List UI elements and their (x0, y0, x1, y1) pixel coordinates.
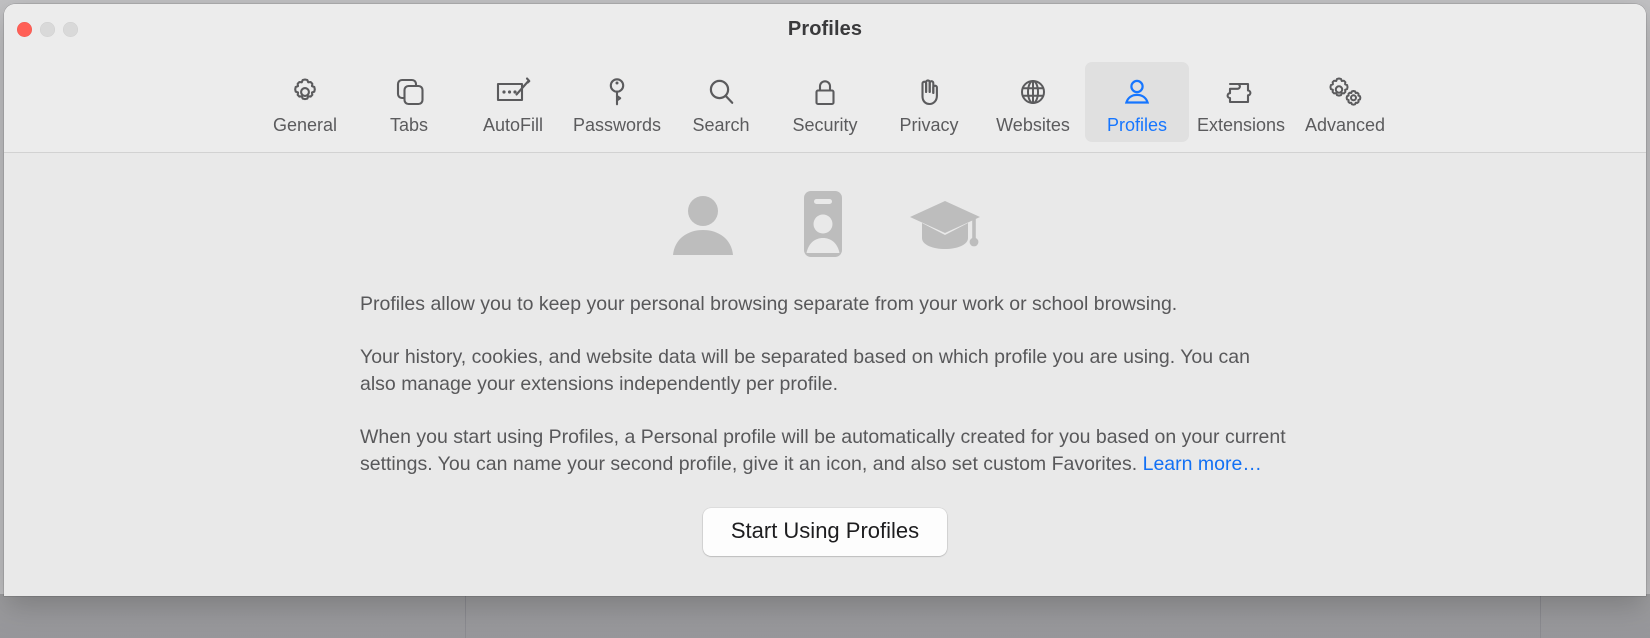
tab-label: Profiles (1106, 115, 1168, 135)
double-gear-icon (1322, 70, 1368, 114)
description-paragraph-2: Your history, cookies, and website data … (360, 346, 1250, 395)
magnifier-icon (701, 70, 741, 114)
tab-autofill[interactable]: AutoFill (461, 62, 565, 142)
preferences-toolbar: General Tabs AutoFill Passwords Search S… (4, 60, 1646, 152)
tab-label: Tabs (389, 115, 429, 135)
tab-search[interactable]: Search (669, 62, 773, 142)
person-silhouette-icon (664, 185, 742, 263)
hand-icon (909, 70, 949, 114)
globe-icon (1013, 70, 1053, 114)
tab-label: Extensions (1196, 115, 1286, 135)
person-icon (1117, 70, 1157, 114)
id-badge-icon (784, 185, 862, 263)
puzzle-icon (1219, 70, 1263, 114)
tabs-icon (389, 70, 429, 114)
description-paragraph-3: When you start using Profiles, a Persona… (360, 424, 1290, 478)
profiles-panel: Profiles allow you to keep your personal… (4, 153, 1646, 596)
tab-label: Passwords (572, 115, 662, 135)
tab-privacy[interactable]: Privacy (877, 62, 981, 142)
profiles-description: Profiles allow you to keep your personal… (360, 263, 1290, 478)
action-row: Start Using Profiles (4, 508, 1646, 556)
tab-label: Security (792, 115, 858, 135)
preferences-window: Profiles General Tabs AutoFill Passwords… (4, 4, 1646, 596)
key-icon (597, 70, 637, 114)
profile-icon-row (4, 153, 1646, 263)
tab-websites[interactable]: Websites (981, 62, 1085, 142)
window-titlebar: Profiles (4, 4, 1646, 60)
description-paragraph-1: Profiles allow you to keep your personal… (360, 293, 1178, 315)
gear-icon (285, 70, 325, 114)
tab-label: Advanced (1304, 115, 1386, 135)
tab-label: Privacy (899, 115, 959, 135)
graduation-cap-icon (904, 185, 986, 263)
lock-icon (805, 70, 845, 114)
tab-advanced[interactable]: Advanced (1293, 62, 1397, 142)
tab-tabs[interactable]: Tabs (357, 62, 461, 142)
tab-security[interactable]: Security (773, 62, 877, 142)
learn-more-link[interactable]: Learn more… (1143, 453, 1262, 475)
tab-label: General (272, 115, 338, 135)
start-using-profiles-button[interactable]: Start Using Profiles (702, 508, 948, 556)
tab-extensions[interactable]: Extensions (1189, 62, 1293, 142)
tab-label: AutoFill (482, 115, 544, 135)
autofill-icon (491, 70, 535, 114)
desktop-band (0, 594, 1650, 638)
tab-general[interactable]: General (253, 62, 357, 142)
page-title: Profiles (787, 18, 863, 40)
tab-passwords[interactable]: Passwords (565, 62, 669, 142)
tab-profiles[interactable]: Profiles (1085, 62, 1189, 142)
tab-label: Search (692, 115, 750, 135)
tab-label: Websites (996, 115, 1070, 135)
